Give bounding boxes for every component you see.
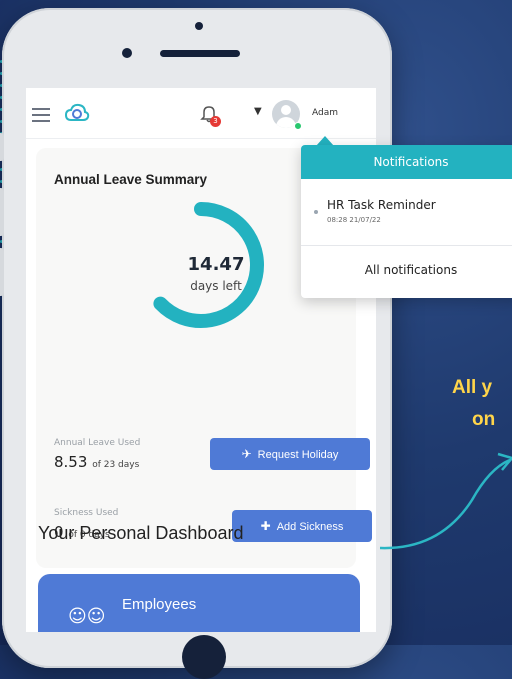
decorative-swoosh	[380, 452, 512, 550]
phone-volume-up	[0, 188, 4, 236]
request-holiday-button[interactable]: ✈ Request Holiday	[210, 438, 370, 470]
dashboard-title: Your Personal Dashboard	[38, 523, 244, 543]
phone-sensor	[122, 48, 132, 58]
cloud-logo-icon[interactable]	[64, 102, 90, 124]
all-notifications-link[interactable]: All notifications	[301, 263, 512, 277]
notifications-dropdown: Notifications HR Task Reminder 08:28 21/…	[301, 145, 512, 298]
phone-volume-down	[0, 248, 4, 296]
phone-home-button	[182, 635, 226, 679]
medical-kit-icon: ✚	[260, 519, 271, 533]
days-left-value: 14.47	[187, 254, 245, 275]
plane-icon: ✈	[241, 447, 252, 461]
notification-title: HR Task Reminder	[327, 198, 436, 212]
notification-badge: 3	[210, 116, 221, 127]
add-sickness-button[interactable]: ✚ Add Sickness	[232, 510, 372, 542]
annual-leave-used-label: Annual Leave Used	[54, 438, 141, 448]
annual-leave-used-value: 8.53 of 23 days	[54, 453, 140, 471]
menu-icon[interactable]	[32, 108, 50, 126]
notifications-header: Notifications	[301, 145, 512, 179]
phone-speaker	[160, 50, 240, 57]
notification-time: 08:28 21/07/22	[327, 216, 381, 224]
sickness-used-label: Sickness Used	[54, 508, 119, 518]
chevron-down-icon[interactable]: ▼	[254, 106, 262, 117]
employees-title[interactable]: Employees	[122, 596, 196, 613]
username[interactable]: Adam	[312, 108, 338, 118]
unread-dot	[314, 210, 318, 214]
notification-item[interactable]: HR Task Reminder 08:28 21/07/22	[301, 179, 512, 246]
phone-frame: 3 ▼ Adam Annual Leave Summary 14.47 days…	[0, 8, 392, 679]
online-status-dot	[294, 122, 302, 130]
promo-text-line2: on	[472, 409, 496, 430]
phone-side-button	[0, 133, 4, 161]
top-bar: 3 ▼ Adam	[26, 88, 376, 139]
phone-camera	[195, 22, 203, 30]
promo-text-line1: All y	[452, 377, 493, 398]
card-title: Annual Leave Summary	[54, 172, 208, 187]
people-icon: ☺☺	[68, 606, 106, 627]
days-left-label: days left	[190, 279, 242, 293]
